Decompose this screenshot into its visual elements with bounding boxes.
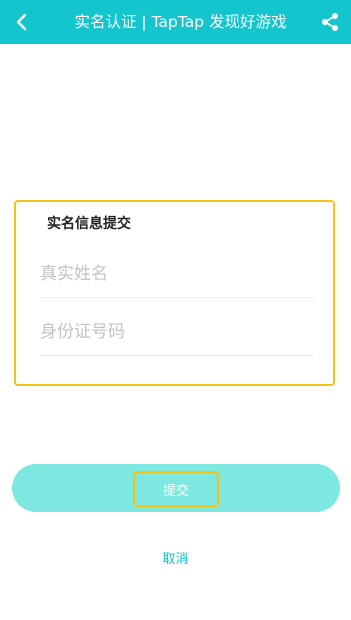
id-number-input[interactable]	[40, 308, 314, 356]
chevron-left-icon	[16, 13, 27, 31]
submit-button-label[interactable]: 提交	[133, 471, 219, 507]
back-button[interactable]	[8, 6, 36, 38]
share-icon	[322, 13, 338, 31]
page-title: 实名认证 | TapTap 发现好游戏	[74, 13, 287, 31]
real-name-form: 实名信息提交	[14, 200, 335, 386]
real-name-input[interactable]	[40, 250, 314, 298]
form-title: 实名信息提交	[47, 216, 131, 232]
cancel-link[interactable]: 取消	[0, 548, 351, 567]
share-button[interactable]	[317, 8, 343, 36]
top-app-bar: 实名认证 | TapTap 发现好游戏	[0, 0, 351, 44]
